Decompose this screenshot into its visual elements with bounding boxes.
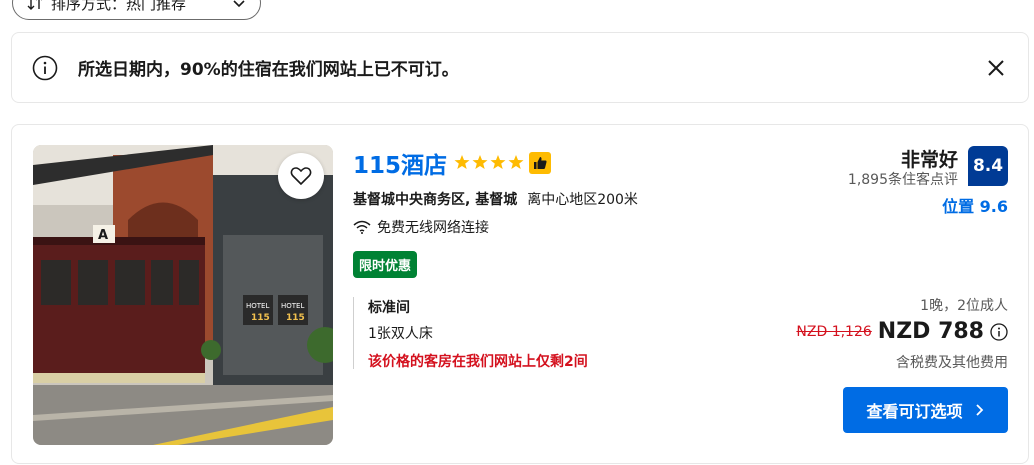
star-icon — [454, 155, 470, 169]
review-count[interactable]: 1,895条住客点评 — [848, 169, 958, 189]
info-icon — [32, 55, 58, 80]
heart-icon — [290, 167, 312, 186]
close-banner-button[interactable] — [984, 56, 1008, 80]
svg-text:HOTEL: HOTEL — [281, 302, 304, 310]
room-info: 标准间 1张双人床 该价格的客房在我们网站上仅剩2间 — [353, 297, 588, 370]
availability-banner: 所选日期内，90%的住宿在我们网站上已不可订。 — [11, 32, 1029, 103]
svg-text:115: 115 — [251, 313, 270, 323]
price-row: NZD 1,126 NZD 788 — [796, 319, 1008, 344]
price-info-icon[interactable] — [990, 322, 1008, 341]
stay-details: 1晚，2位成人 — [920, 298, 1008, 314]
star-icon — [472, 155, 488, 169]
chevron-right-icon — [975, 404, 983, 416]
amenity-label: 免费无线网络连接 — [377, 220, 489, 236]
distance-text: 离中心地区200米 — [527, 192, 638, 208]
star-icon — [490, 155, 506, 169]
cta-label: 查看可订选项 — [866, 402, 963, 421]
hotel-name-link[interactable]: 115酒店 — [353, 146, 447, 180]
amenity-row: 免费无线网络连接 — [353, 217, 489, 237]
bed-info: 1张双人床 — [368, 326, 433, 342]
chevron-down-icon — [233, 0, 245, 8]
preferred-partner-badge — [529, 152, 551, 174]
see-availability-button[interactable]: 查看可订选项 — [843, 387, 1008, 433]
sort-label: 排序方式：热门推荐 — [51, 0, 187, 13]
review-score-badge[interactable]: 8.4 — [968, 146, 1008, 186]
svg-text:115: 115 — [286, 313, 305, 323]
original-price: NZD 1,126 — [796, 323, 872, 340]
scarcity-message: 该价格的客房在我们网站上仅剩2间 — [368, 354, 588, 370]
location-row: 基督城中央商务区, 基督城 离中心地区200米 — [353, 189, 638, 209]
sort-button[interactable]: 排序方式：热门推荐 — [12, 0, 261, 20]
svg-text:HOTEL: HOTEL — [246, 302, 269, 310]
deal-badge: 限时优惠 — [353, 251, 418, 278]
save-favorite-button[interactable] — [278, 153, 324, 199]
thumbs-up-icon — [534, 157, 547, 169]
current-price: NZD 788 — [877, 319, 984, 344]
tax-note: 含税费及其他费用 — [896, 355, 1008, 371]
room-name: 标准间 — [368, 300, 410, 316]
star-icon — [508, 155, 524, 169]
hotel-photo[interactable]: HOTEL HOTEL 115 115 A — [33, 145, 333, 445]
area-link[interactable]: 基督城中央商务区, 基督城 — [353, 189, 517, 209]
svg-text:A: A — [98, 228, 108, 243]
star-rating — [454, 154, 524, 170]
property-card: HOTEL HOTEL 115 115 A 115酒店 基督城中央商务区, 基督… — [11, 124, 1029, 464]
location-score: 位置 9.6 — [942, 197, 1008, 216]
sort-arrows-icon — [27, 0, 42, 10]
rating-label: 非常好 — [900, 149, 958, 171]
wifi-icon — [353, 220, 371, 234]
banner-message: 所选日期内，90%的住宿在我们网站上已不可订。 — [78, 60, 459, 80]
close-icon — [988, 59, 1004, 76]
